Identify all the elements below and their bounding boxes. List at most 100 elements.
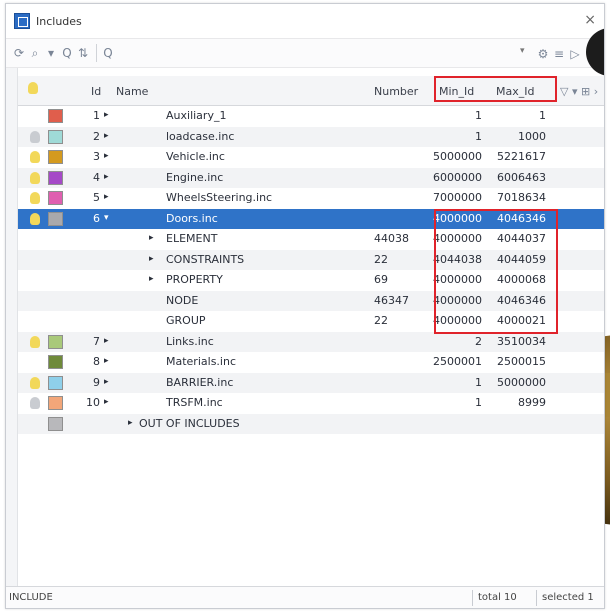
column-header-id[interactable]: Id (91, 85, 101, 98)
color-swatch[interactable] (48, 211, 63, 226)
expand-arrow-icon[interactable]: ▸ (104, 397, 109, 407)
visibility-bulb-icon[interactable] (30, 192, 40, 204)
visibility-bulb-icon[interactable] (30, 130, 40, 143)
color-swatch[interactable] (48, 109, 63, 123)
min-id-cell: 4000000 (433, 273, 482, 286)
list-icon[interactable]: ≡ (552, 44, 566, 64)
max-id-cell: 4044037 (497, 232, 546, 245)
min-id-cell: 4000000 (433, 232, 482, 245)
color-swatch[interactable] (48, 416, 63, 431)
table-row[interactable]: 1 ▸ Auxiliary_1 1 1 (18, 106, 604, 127)
table-child-row[interactable]: ▸ PROPERTY 69 4000000 4000068 (18, 270, 604, 291)
name-cell: Engine.inc (166, 170, 224, 184)
table-child-row[interactable]: NODE 46347 4000000 4046346 (18, 290, 604, 311)
toolbar-dropdown-icon[interactable]: ▾ (520, 46, 525, 56)
table-row[interactable]: ▸ OUT OF INCLUDES (18, 413, 604, 434)
collapse-arrow-icon[interactable]: ▾ (104, 213, 109, 223)
name-cell: TRSFM.inc (166, 396, 223, 409)
table-row[interactable]: 6 ▾ Doors.inc 4000000 4046346 (18, 208, 604, 229)
column-header-name[interactable]: Name (116, 85, 148, 98)
id-cell: 7 (93, 334, 100, 348)
name-cell: Links.inc (166, 334, 214, 348)
name-cell: BARRIER.inc (166, 375, 234, 389)
includes-table: Id Name Number Min_Id Max_Id ▽ ▾ ⊞ › 1 ▸ A… (18, 76, 604, 434)
max-id-cell: 5000000 (497, 375, 546, 389)
filter-icon[interactable]: ⌕ (28, 43, 42, 63)
min-id-cell: 6000000 (433, 170, 482, 184)
toolbar: ⟳ ⌕ ▾ Q ⇅ Q ▾ ⚙ ≡ ▷ (6, 38, 604, 68)
expand-arrow-icon[interactable]: ▸ (149, 233, 154, 243)
dropdown-arrow-icon[interactable]: ▾ (44, 43, 58, 63)
name-cell: Vehicle.inc (166, 150, 225, 163)
expand-arrow-icon[interactable]: ▸ (104, 151, 109, 161)
table-row[interactable]: 2 ▸ loadcase.inc 1 1000 (18, 126, 604, 147)
column-tools-icons[interactable]: ▽ ▾ ⊞ › (560, 85, 598, 98)
visibility-bulb-icon[interactable] (30, 397, 40, 409)
table-header: Id Name Number Min_Id Max_Id ▽ ▾ ⊞ › (18, 76, 604, 106)
table-row[interactable]: 9 ▸ BARRIER.inc 1 5000000 (18, 372, 604, 393)
app-icon (14, 13, 30, 29)
settings-icon[interactable]: ⚙ (536, 44, 550, 64)
table-child-row[interactable]: ▸ CONSTRAINTS 22 4044038 4044059 (18, 249, 604, 270)
id-cell: 4 (93, 170, 100, 184)
expand-arrow-icon[interactable]: ▸ (104, 110, 109, 120)
status-selected: selected 1 (542, 592, 594, 603)
color-swatch[interactable] (48, 396, 63, 410)
expand-arrow-icon[interactable]: ▸ (104, 336, 109, 346)
table-child-row[interactable]: GROUP 22 4000000 4000021 (18, 311, 604, 332)
window-title: Includes (36, 14, 82, 28)
expand-arrow-icon[interactable]: ▸ (104, 172, 109, 182)
table-row[interactable]: 7 ▸ Links.inc 2 3510034 (18, 331, 604, 352)
search-icon[interactable]: Q (60, 43, 74, 63)
color-swatch[interactable] (48, 334, 63, 349)
min-id-cell: 2 (475, 334, 482, 348)
visibility-bulb-icon[interactable] (30, 171, 40, 184)
close-icon[interactable]: × (584, 12, 596, 28)
status-divider (536, 590, 537, 606)
visibility-bulb-icon[interactable] (30, 212, 40, 225)
column-header-number[interactable]: Number (374, 85, 418, 98)
color-swatch[interactable] (48, 129, 63, 144)
refresh-icon[interactable]: ⟳ (12, 43, 26, 63)
max-id-cell: 7018634 (497, 191, 546, 204)
id-cell: 6 (93, 211, 100, 225)
visibility-header-icon[interactable] (28, 82, 38, 97)
min-id-cell: 4000000 (433, 211, 482, 225)
expand-arrow-icon[interactable]: ▸ (149, 274, 154, 284)
table-row[interactable]: 5 ▸ WheelsSteering.inc 7000000 7018634 (18, 188, 604, 209)
color-swatch[interactable] (48, 150, 63, 164)
expand-arrow-icon[interactable]: ▸ (104, 377, 109, 387)
name-cell: CONSTRAINTS (166, 252, 245, 266)
extra-icon[interactable]: ▷ (568, 44, 582, 64)
find-icon[interactable]: Q (101, 43, 115, 63)
min-id-cell: 5000000 (433, 150, 482, 163)
max-id-cell: 2500015 (497, 355, 546, 368)
table-row[interactable]: 10 ▸ TRSFM.inc 1 8999 (18, 393, 604, 414)
name-cell: Materials.inc (166, 355, 236, 368)
visibility-bulb-icon[interactable] (30, 376, 40, 389)
expand-arrow-icon[interactable]: ▸ (104, 131, 109, 141)
expand-arrow-icon[interactable]: ▸ (104, 192, 109, 202)
visibility-bulb-icon[interactable] (30, 335, 40, 348)
visibility-bulb-icon[interactable] (30, 151, 40, 163)
sort-icon[interactable]: ⇅ (76, 43, 90, 63)
color-swatch[interactable] (48, 170, 63, 185)
table-child-row[interactable]: ▸ ELEMENT 44038 4000000 4044037 (18, 229, 604, 250)
expand-arrow-icon[interactable]: ▸ (149, 254, 154, 264)
min-id-cell: 1 (475, 129, 482, 143)
color-swatch[interactable] (48, 375, 63, 390)
table-row[interactable]: 8 ▸ Materials.inc 2500001 2500015 (18, 352, 604, 373)
name-cell: ELEMENT (166, 232, 218, 245)
color-swatch[interactable] (48, 191, 63, 205)
name-cell: OUT OF INCLUDES (139, 416, 240, 430)
expand-arrow-icon[interactable]: ▸ (104, 356, 109, 366)
color-swatch[interactable] (48, 355, 63, 369)
name-cell: loadcase.inc (166, 129, 235, 143)
id-cell: 5 (93, 191, 100, 204)
table-row[interactable]: 3 ▸ Vehicle.inc 5000000 5221617 (18, 147, 604, 168)
max-id-cell: 4046346 (497, 293, 546, 307)
max-id-cell: 6006463 (497, 170, 546, 184)
table-row[interactable]: 4 ▸ Engine.inc 6000000 6006463 (18, 167, 604, 188)
status-divider (472, 590, 473, 606)
expand-arrow-icon[interactable]: ▸ (128, 418, 133, 428)
